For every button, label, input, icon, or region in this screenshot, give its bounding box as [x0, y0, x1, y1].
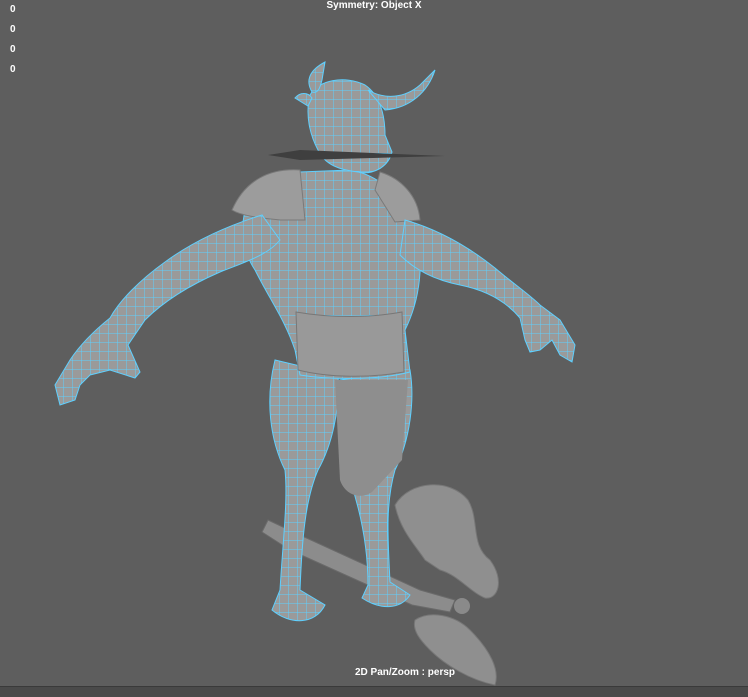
torso-mesh[interactable]: [231, 169, 421, 379]
count-faces: 0: [10, 44, 16, 55]
count-edges: 0: [10, 24, 16, 35]
count-uvs: 0: [10, 64, 16, 75]
head-mesh[interactable]: [268, 61, 445, 174]
viewport-bottom-bar: [0, 686, 748, 697]
symmetry-status: Symmetry: Object X: [326, 0, 422, 11]
viewport-persp[interactable]: 0 0 0 0 Symmetry: Object X 2D Pan/Zoom :…: [0, 0, 748, 697]
poly-count-readout: 0 0 0 0: [10, 0, 16, 80]
right-arm-mesh[interactable]: [399, 219, 576, 363]
minotaur-model[interactable]: [0, 0, 748, 696]
left-arm-mesh[interactable]: [54, 214, 281, 406]
